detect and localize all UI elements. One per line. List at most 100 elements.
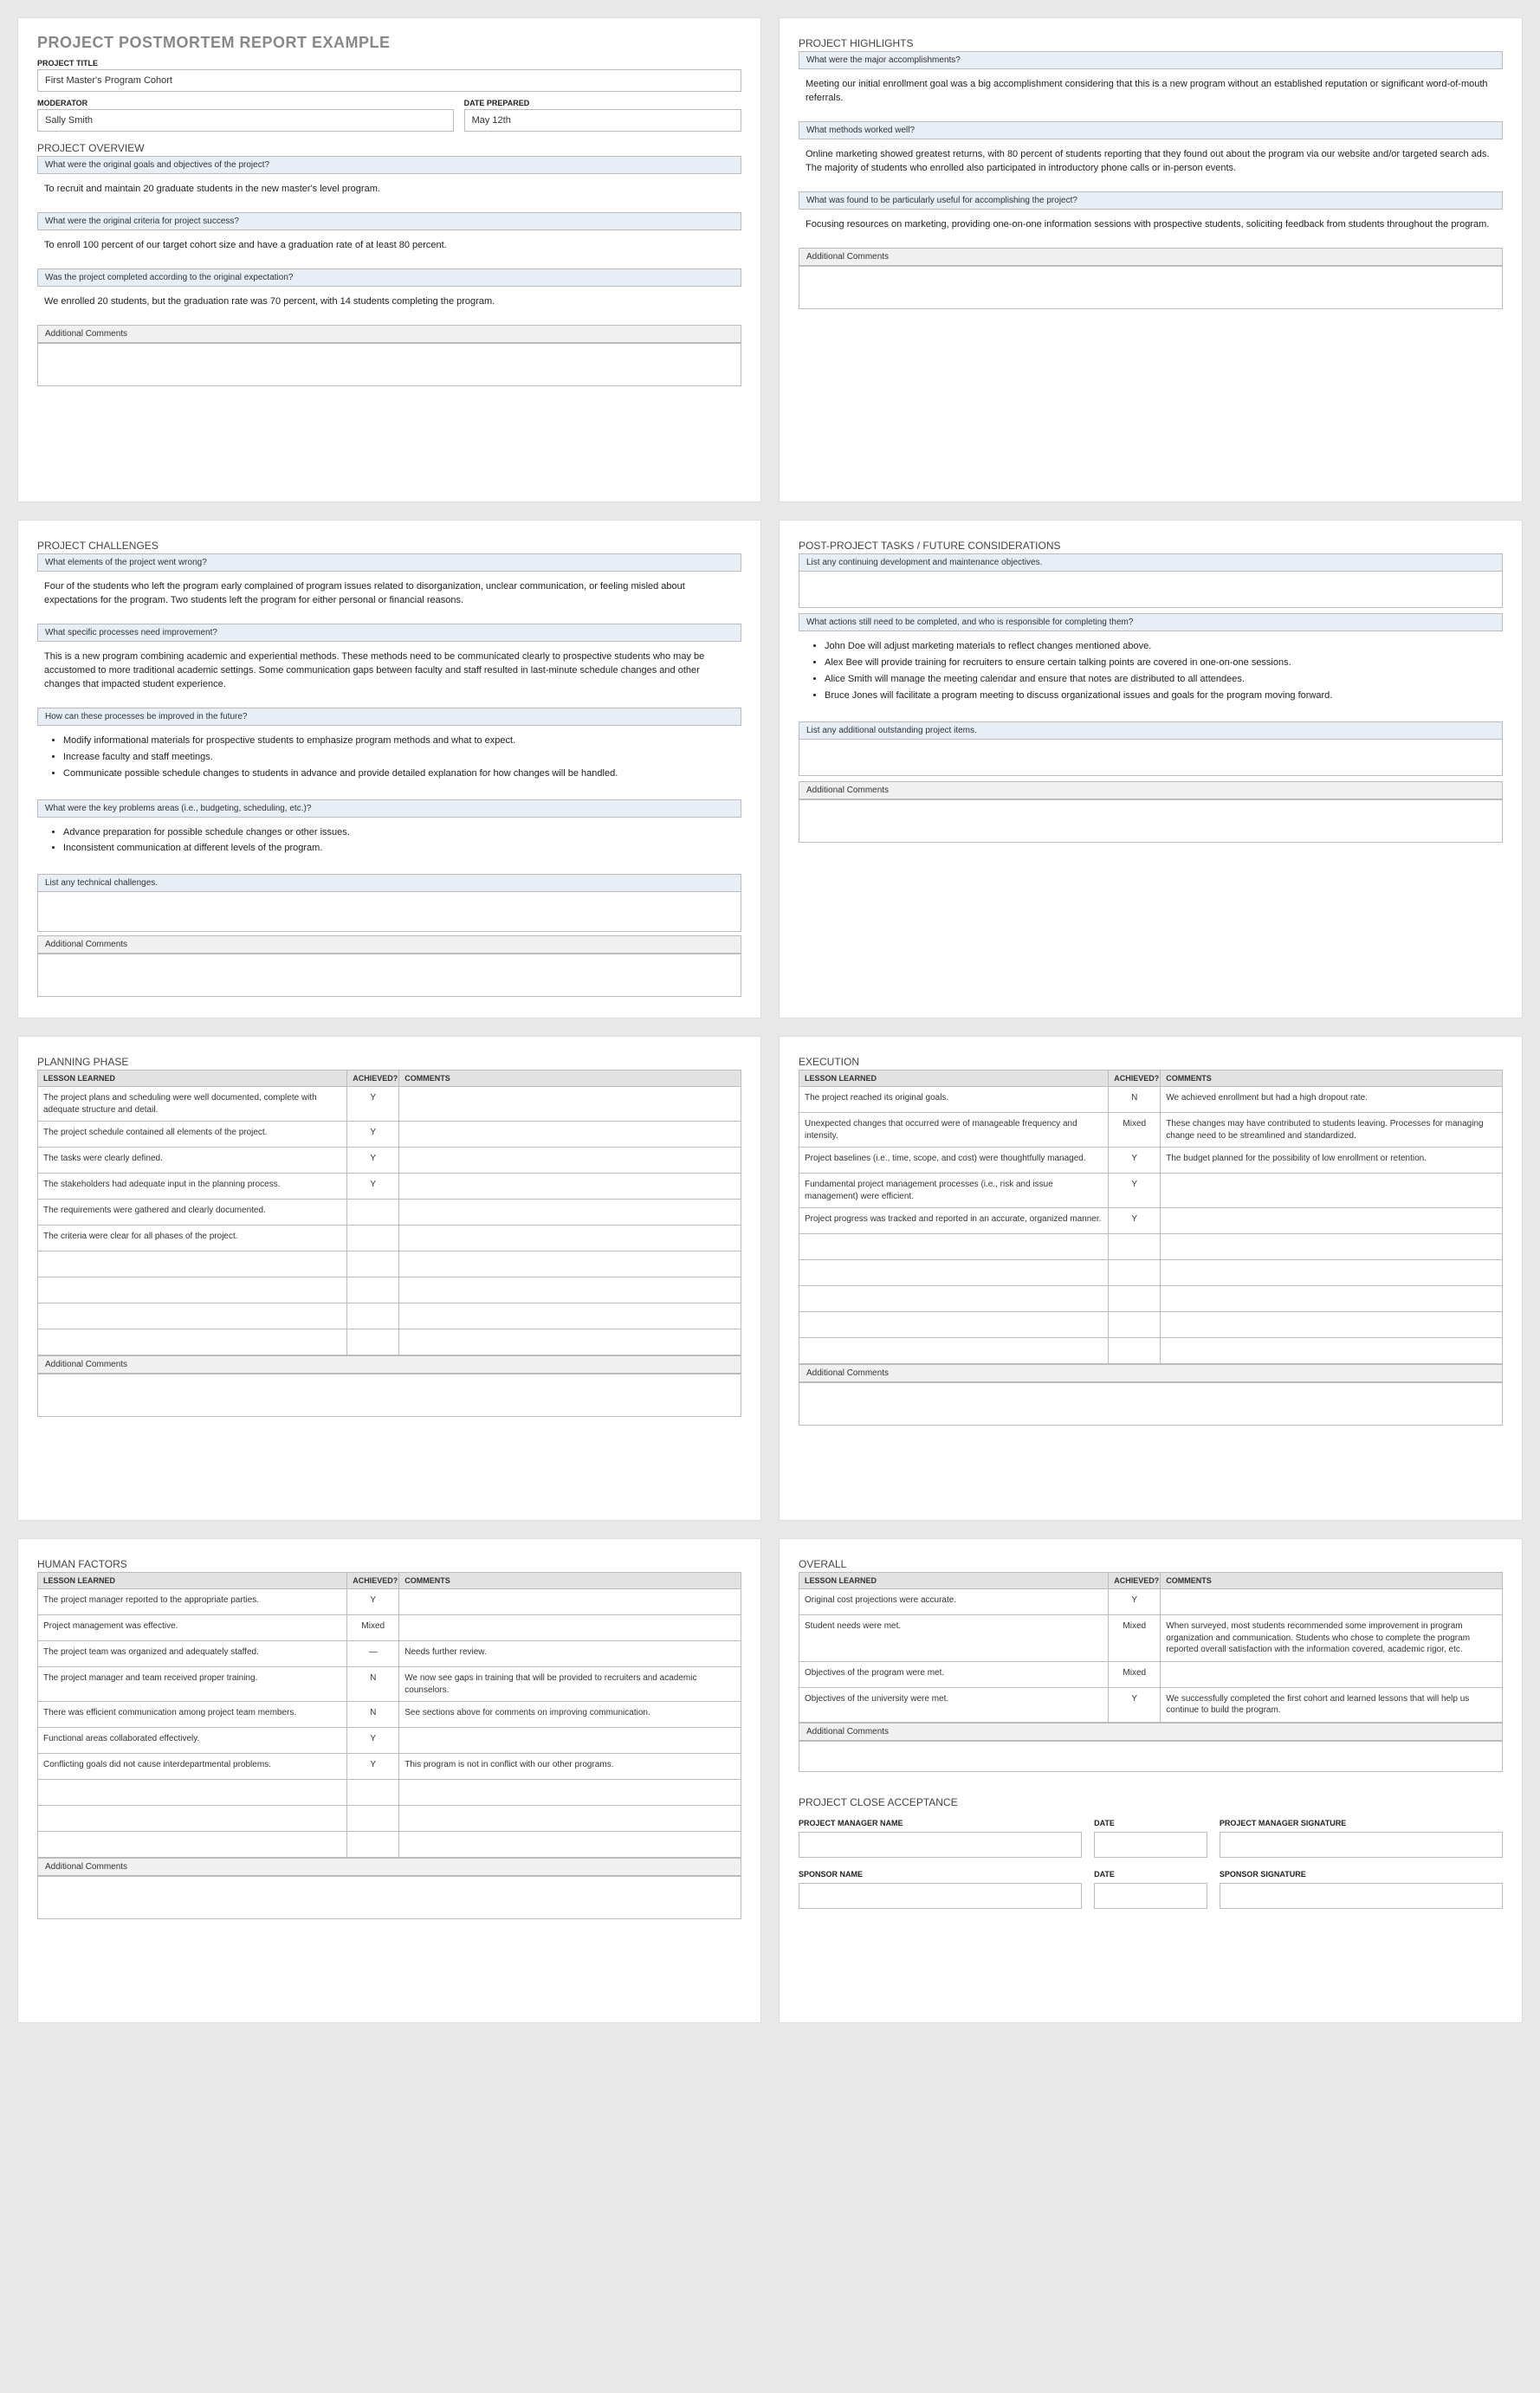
- table-header: COMMENTS: [399, 1573, 741, 1589]
- cell-blank[interactable]: [38, 1806, 347, 1832]
- signature-label: DATE: [1094, 1870, 1207, 1880]
- question-body[interactable]: Focusing resources on marketing, providi…: [799, 210, 1503, 244]
- field-project-title[interactable]: First Master's Program Cohort: [37, 69, 741, 92]
- card-challenges: PROJECT CHALLENGES What elements of the …: [17, 520, 761, 1019]
- question-body[interactable]: [799, 740, 1503, 776]
- question-body[interactable]: Advance preparation for possible schedul…: [37, 818, 741, 871]
- cell-blank[interactable]: [347, 1277, 399, 1303]
- cell-blank[interactable]: [347, 1780, 399, 1806]
- signature-field[interactable]: [799, 1832, 1082, 1858]
- table-header: COMMENTS: [399, 1070, 741, 1087]
- signature-label: PROJECT MANAGER NAME: [799, 1819, 1082, 1829]
- cell-comments: [399, 1087, 741, 1122]
- cell-blank[interactable]: [1109, 1286, 1161, 1312]
- table-row: Project progress was tracked and reporte…: [799, 1208, 1503, 1234]
- table-header: ACHIEVED?: [347, 1070, 399, 1087]
- cell-blank[interactable]: [399, 1329, 741, 1355]
- addcom-box-planning[interactable]: [37, 1374, 741, 1417]
- cell-achieved: Y: [347, 1087, 399, 1122]
- cell-blank[interactable]: [799, 1338, 1109, 1364]
- addcom-box-human[interactable]: [37, 1876, 741, 1919]
- section-title-overall: OVERALL: [799, 1558, 1503, 1570]
- cell-blank[interactable]: [38, 1780, 347, 1806]
- table-row: Fundamental project management processes…: [799, 1174, 1503, 1208]
- signature-field[interactable]: [1220, 1832, 1503, 1858]
- cell-lesson: Project management was effective.: [38, 1615, 347, 1641]
- table-row: Objectives of the program were met.Mixed: [799, 1661, 1503, 1687]
- table-row-blank: [38, 1303, 741, 1329]
- field-date-prepared[interactable]: May 12th: [464, 109, 741, 132]
- cell-blank[interactable]: [347, 1832, 399, 1858]
- table-row: The project reached its original goals.N…: [799, 1087, 1503, 1113]
- section-title-human: HUMAN FACTORS: [37, 1558, 741, 1570]
- cell-blank[interactable]: [399, 1303, 741, 1329]
- cell-blank[interactable]: [1161, 1312, 1503, 1338]
- cell-blank[interactable]: [1161, 1234, 1503, 1260]
- addcom-box-execution[interactable]: [799, 1382, 1503, 1426]
- addcom-box-posttasks[interactable]: [799, 799, 1503, 843]
- list-item: Modify informational materials for prosp…: [63, 734, 734, 748]
- cell-blank[interactable]: [347, 1806, 399, 1832]
- question-body[interactable]: To recruit and maintain 20 graduate stud…: [37, 174, 741, 209]
- cell-blank[interactable]: [347, 1251, 399, 1277]
- addcom-box-overall[interactable]: [799, 1741, 1503, 1772]
- signature-field[interactable]: [1094, 1883, 1207, 1909]
- question-body[interactable]: Four of the students who left the progra…: [37, 572, 741, 620]
- question-body[interactable]: [799, 572, 1503, 608]
- lessons-table: LESSON LEARNEDACHIEVED?COMMENTSThe proje…: [37, 1572, 741, 1858]
- cell-blank[interactable]: [1109, 1338, 1161, 1364]
- addcom-box-challenges[interactable]: [37, 954, 741, 997]
- cell-blank[interactable]: [38, 1277, 347, 1303]
- cell-blank[interactable]: [38, 1329, 347, 1355]
- cell-blank[interactable]: [399, 1277, 741, 1303]
- cell-blank[interactable]: [799, 1234, 1109, 1260]
- question-header: What elements of the project went wrong?: [37, 553, 741, 572]
- lessons-table: LESSON LEARNEDACHIEVED?COMMENTSThe proje…: [37, 1070, 741, 1355]
- cell-blank[interactable]: [38, 1832, 347, 1858]
- table-row: There was efficient communication among …: [38, 1702, 741, 1728]
- cell-blank[interactable]: [347, 1329, 399, 1355]
- cell-blank[interactable]: [399, 1832, 741, 1858]
- cell-blank[interactable]: [799, 1312, 1109, 1338]
- signature-field[interactable]: [799, 1883, 1082, 1909]
- question-body[interactable]: Modify informational materials for prosp…: [37, 726, 741, 796]
- signature-field[interactable]: [1094, 1832, 1207, 1858]
- cell-lesson: The project schedule contained all eleme…: [38, 1122, 347, 1148]
- cell-blank[interactable]: [38, 1303, 347, 1329]
- cell-blank[interactable]: [799, 1260, 1109, 1286]
- signature-field[interactable]: [1220, 1883, 1503, 1909]
- question-body[interactable]: John Doe will adjust marketing materials…: [799, 631, 1503, 718]
- cell-blank[interactable]: [1109, 1260, 1161, 1286]
- question-body[interactable]: To enroll 100 percent of our target coho…: [37, 230, 741, 265]
- cell-lesson: The criteria were clear for all phases o…: [38, 1226, 347, 1251]
- cell-blank[interactable]: [38, 1251, 347, 1277]
- addcom-overall: Additional Comments: [799, 1723, 1503, 1741]
- cell-lesson: The project manager reported to the appr…: [38, 1589, 347, 1615]
- question-body[interactable]: Online marketing showed greatest returns…: [799, 139, 1503, 188]
- cell-blank[interactable]: [399, 1251, 741, 1277]
- addcom-box-highlights[interactable]: [799, 266, 1503, 309]
- question-body[interactable]: This is a new program combining academic…: [37, 642, 741, 704]
- cell-blank[interactable]: [1109, 1234, 1161, 1260]
- cell-blank[interactable]: [399, 1780, 741, 1806]
- cell-comments: We now see gaps in training that will be…: [399, 1667, 741, 1702]
- cell-blank[interactable]: [1161, 1260, 1503, 1286]
- cell-blank[interactable]: [1161, 1338, 1503, 1364]
- addcom-box-overview[interactable]: [37, 343, 741, 386]
- cell-blank[interactable]: [1109, 1312, 1161, 1338]
- cell-blank[interactable]: [347, 1303, 399, 1329]
- table-header: ACHIEVED?: [1109, 1573, 1161, 1589]
- question-body[interactable]: [37, 892, 741, 932]
- question-body[interactable]: Meeting our initial enrollment goal was …: [799, 69, 1503, 118]
- cell-blank[interactable]: [799, 1286, 1109, 1312]
- cell-blank[interactable]: [1161, 1286, 1503, 1312]
- cell-blank[interactable]: [399, 1806, 741, 1832]
- cell-lesson: Objectives of the program were met.: [799, 1661, 1109, 1687]
- question-header: What specific processes need improvement…: [37, 624, 741, 642]
- label-date-prepared: DATE PREPARED: [464, 99, 741, 109]
- question-body[interactable]: We enrolled 20 students, but the graduat…: [37, 287, 741, 321]
- table-row: The tasks were clearly defined.Y: [38, 1148, 741, 1174]
- table-row-blank: [799, 1312, 1503, 1338]
- field-moderator[interactable]: Sally Smith: [37, 109, 454, 132]
- cell-lesson: The requirements were gathered and clear…: [38, 1200, 347, 1226]
